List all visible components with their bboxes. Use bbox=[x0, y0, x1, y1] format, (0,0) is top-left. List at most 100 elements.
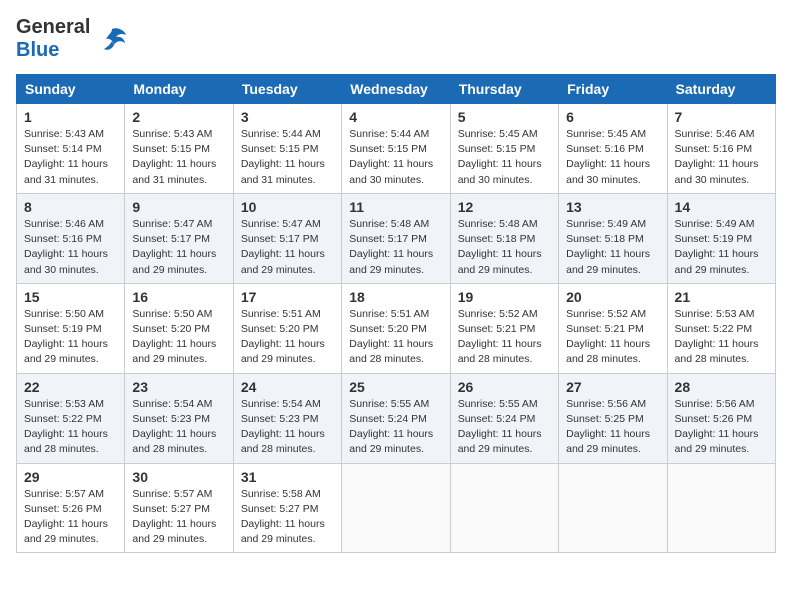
calendar-day: 25Sunrise: 5:55 AM Sunset: 5:24 PM Dayli… bbox=[342, 373, 450, 463]
day-info: Sunrise: 5:54 AM Sunset: 5:23 PM Dayligh… bbox=[132, 397, 225, 458]
calendar-day: 24Sunrise: 5:54 AM Sunset: 5:23 PM Dayli… bbox=[233, 373, 341, 463]
week-row-4: 22Sunrise: 5:53 AM Sunset: 5:22 PM Dayli… bbox=[17, 373, 776, 463]
day-info: Sunrise: 5:53 AM Sunset: 5:22 PM Dayligh… bbox=[675, 307, 768, 368]
day-info: Sunrise: 5:52 AM Sunset: 5:21 PM Dayligh… bbox=[566, 307, 659, 368]
day-number: 3 bbox=[241, 109, 334, 125]
calendar-day: 18 Sunrise: 5:51 AM Sunset: 5:20 PM Dayli… bbox=[342, 283, 450, 373]
calendar-header-friday: Friday bbox=[559, 75, 667, 104]
calendar-day: 31 Sunrise: 5:58 AM Sunset: 5:27 PM Dayli… bbox=[233, 463, 341, 553]
calendar-day: 28 Sunrise: 5:56 AM Sunset: 5:26 PM Dayli… bbox=[667, 373, 775, 463]
day-number: 26 bbox=[458, 379, 551, 395]
day-info: Sunrise: 5:55 AM Sunset: 5:24 PM Dayligh… bbox=[458, 397, 551, 458]
logo-bird-icon bbox=[94, 21, 130, 57]
day-info: Sunrise: 5:58 AM Sunset: 5:27 PM Dayligh… bbox=[241, 487, 334, 548]
calendar-header-wednesday: Wednesday bbox=[342, 75, 450, 104]
day-info: Sunrise: 5:56 AM Sunset: 5:26 PM Dayligh… bbox=[675, 397, 768, 458]
page-header: General Blue bbox=[16, 16, 776, 62]
day-number: 1 bbox=[24, 109, 117, 125]
day-info: Sunrise: 5:57 AM Sunset: 5:27 PM Dayligh… bbox=[132, 487, 225, 548]
day-info: Sunrise: 5:45 AM Sunset: 5:16 PM Dayligh… bbox=[566, 127, 659, 188]
calendar-header-monday: Monday bbox=[125, 75, 233, 104]
week-row-2: 8 Sunrise: 5:46 AM Sunset: 5:16 PM Daylig… bbox=[17, 193, 776, 283]
day-info: Sunrise: 5:46 AM Sunset: 5:16 PM Dayligh… bbox=[24, 217, 117, 278]
day-number: 19 bbox=[458, 289, 551, 305]
calendar-table: SundayMondayTuesdayWednesdayThursdayFrid… bbox=[16, 74, 776, 553]
day-number: 14 bbox=[675, 199, 768, 215]
day-info: Sunrise: 5:45 AM Sunset: 5:15 PM Dayligh… bbox=[458, 127, 551, 188]
calendar-day: 9 Sunrise: 5:47 AM Sunset: 5:17 PM Daylig… bbox=[125, 193, 233, 283]
day-number: 30 bbox=[132, 469, 225, 485]
day-number: 6 bbox=[566, 109, 659, 125]
day-number: 27 bbox=[566, 379, 659, 395]
calendar-header-row: SundayMondayTuesdayWednesdayThursdayFrid… bbox=[17, 75, 776, 104]
week-row-1: 1 Sunrise: 5:43 AM Sunset: 5:14 PM Daylig… bbox=[17, 104, 776, 194]
calendar-day bbox=[342, 463, 450, 553]
calendar-header-sunday: Sunday bbox=[17, 75, 125, 104]
day-info: Sunrise: 5:47 AM Sunset: 5:17 PM Dayligh… bbox=[241, 217, 334, 278]
calendar-day: 5 Sunrise: 5:45 AM Sunset: 5:15 PM Daylig… bbox=[450, 104, 558, 194]
day-number: 20 bbox=[566, 289, 659, 305]
day-info: Sunrise: 5:44 AM Sunset: 5:15 PM Dayligh… bbox=[241, 127, 334, 188]
day-number: 8 bbox=[24, 199, 117, 215]
logo: General Blue bbox=[16, 16, 130, 62]
day-info: Sunrise: 5:57 AM Sunset: 5:26 PM Dayligh… bbox=[24, 487, 117, 548]
day-info: Sunrise: 5:49 AM Sunset: 5:18 PM Dayligh… bbox=[566, 217, 659, 278]
day-number: 18 bbox=[349, 289, 442, 305]
day-number: 11 bbox=[349, 199, 442, 215]
day-number: 15 bbox=[24, 289, 117, 305]
day-number: 22 bbox=[24, 379, 117, 395]
calendar-day: 10Sunrise: 5:47 AM Sunset: 5:17 PM Dayli… bbox=[233, 193, 341, 283]
calendar-day: 13Sunrise: 5:49 AM Sunset: 5:18 PM Dayli… bbox=[559, 193, 667, 283]
calendar-day: 12Sunrise: 5:48 AM Sunset: 5:18 PM Dayli… bbox=[450, 193, 558, 283]
calendar-day: 29 Sunrise: 5:57 AM Sunset: 5:26 PM Dayli… bbox=[17, 463, 125, 553]
day-info: Sunrise: 5:46 AM Sunset: 5:16 PM Dayligh… bbox=[675, 127, 768, 188]
calendar-day: 19 Sunrise: 5:52 AM Sunset: 5:21 PM Dayli… bbox=[450, 283, 558, 373]
calendar-day: 23 Sunrise: 5:54 AM Sunset: 5:23 PM Dayli… bbox=[125, 373, 233, 463]
day-info: Sunrise: 5:44 AM Sunset: 5:15 PM Dayligh… bbox=[349, 127, 442, 188]
day-number: 16 bbox=[132, 289, 225, 305]
day-number: 24 bbox=[241, 379, 334, 395]
day-number: 31 bbox=[241, 469, 334, 485]
day-number: 12 bbox=[458, 199, 551, 215]
day-info: Sunrise: 5:43 AM Sunset: 5:15 PM Dayligh… bbox=[132, 127, 225, 188]
calendar-day: 14 Sunrise: 5:49 AM Sunset: 5:19 PM Dayli… bbox=[667, 193, 775, 283]
logo-text: General Blue bbox=[16, 16, 90, 61]
day-number: 29 bbox=[24, 469, 117, 485]
calendar-day: 6 Sunrise: 5:45 AM Sunset: 5:16 PM Daylig… bbox=[559, 104, 667, 194]
calendar-header-thursday: Thursday bbox=[450, 75, 558, 104]
week-row-3: 15 Sunrise: 5:50 AM Sunset: 5:19 PM Dayli… bbox=[17, 283, 776, 373]
calendar-day: 8 Sunrise: 5:46 AM Sunset: 5:16 PM Daylig… bbox=[17, 193, 125, 283]
day-info: Sunrise: 5:43 AM Sunset: 5:14 PM Dayligh… bbox=[24, 127, 117, 188]
week-row-5: 29 Sunrise: 5:57 AM Sunset: 5:26 PM Dayli… bbox=[17, 463, 776, 553]
calendar-day: 16 Sunrise: 5:50 AM Sunset: 5:20 PM Dayli… bbox=[125, 283, 233, 373]
calendar-day: 20 Sunrise: 5:52 AM Sunset: 5:21 PM Dayli… bbox=[559, 283, 667, 373]
day-info: Sunrise: 5:52 AM Sunset: 5:21 PM Dayligh… bbox=[458, 307, 551, 368]
day-number: 7 bbox=[675, 109, 768, 125]
day-info: Sunrise: 5:49 AM Sunset: 5:19 PM Dayligh… bbox=[675, 217, 768, 278]
day-info: Sunrise: 5:51 AM Sunset: 5:20 PM Dayligh… bbox=[349, 307, 442, 368]
calendar-day: 21 Sunrise: 5:53 AM Sunset: 5:22 PM Dayli… bbox=[667, 283, 775, 373]
day-number: 17 bbox=[241, 289, 334, 305]
day-info: Sunrise: 5:48 AM Sunset: 5:17 PM Dayligh… bbox=[349, 217, 442, 278]
calendar-header-saturday: Saturday bbox=[667, 75, 775, 104]
day-info: Sunrise: 5:56 AM Sunset: 5:25 PM Dayligh… bbox=[566, 397, 659, 458]
calendar-day: 3 Sunrise: 5:44 AM Sunset: 5:15 PM Daylig… bbox=[233, 104, 341, 194]
day-number: 4 bbox=[349, 109, 442, 125]
calendar-day bbox=[667, 463, 775, 553]
calendar-day: 1 Sunrise: 5:43 AM Sunset: 5:14 PM Daylig… bbox=[17, 104, 125, 194]
calendar-day: 11 Sunrise: 5:48 AM Sunset: 5:17 PM Dayli… bbox=[342, 193, 450, 283]
calendar-day: 22Sunrise: 5:53 AM Sunset: 5:22 PM Dayli… bbox=[17, 373, 125, 463]
calendar-day: 4 Sunrise: 5:44 AM Sunset: 5:15 PM Daylig… bbox=[342, 104, 450, 194]
day-number: 21 bbox=[675, 289, 768, 305]
day-info: Sunrise: 5:50 AM Sunset: 5:20 PM Dayligh… bbox=[132, 307, 225, 368]
calendar-day: 27 Sunrise: 5:56 AM Sunset: 5:25 PM Dayli… bbox=[559, 373, 667, 463]
day-info: Sunrise: 5:50 AM Sunset: 5:19 PM Dayligh… bbox=[24, 307, 117, 368]
day-number: 28 bbox=[675, 379, 768, 395]
day-number: 5 bbox=[458, 109, 551, 125]
day-info: Sunrise: 5:47 AM Sunset: 5:17 PM Dayligh… bbox=[132, 217, 225, 278]
day-number: 9 bbox=[132, 199, 225, 215]
calendar-day: 17Sunrise: 5:51 AM Sunset: 5:20 PM Dayli… bbox=[233, 283, 341, 373]
calendar-day bbox=[559, 463, 667, 553]
calendar-day: 30 Sunrise: 5:57 AM Sunset: 5:27 PM Dayli… bbox=[125, 463, 233, 553]
day-number: 23 bbox=[132, 379, 225, 395]
